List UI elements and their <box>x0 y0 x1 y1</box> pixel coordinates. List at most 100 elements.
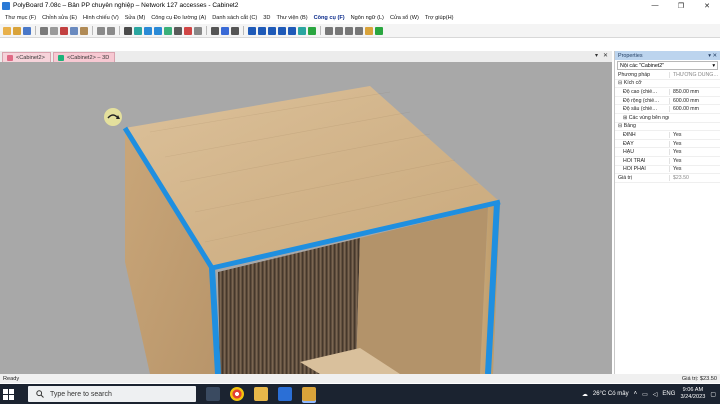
tab-cabinet2-3d[interactable]: <Cabinet2> – 3D <box>52 52 116 62</box>
close-button[interactable]: ✕ <box>694 0 720 11</box>
door-icon[interactable] <box>325 26 333 35</box>
minimize-button[interactable]: — <box>642 0 668 11</box>
grid-icon[interactable] <box>124 26 132 35</box>
new-file-icon[interactable] <box>3 26 11 35</box>
ruler-icon[interactable] <box>194 26 202 35</box>
main-toolbar <box>0 24 720 38</box>
property-row[interactable]: HẬU Yes <box>615 148 720 157</box>
copy-icon[interactable] <box>70 26 78 35</box>
property-row[interactable]: ĐÁY Yes <box>615 140 720 149</box>
cut-icon[interactable] <box>60 26 68 35</box>
menu-view[interactable]: Hình chiếu (V) <box>80 15 122 21</box>
property-row[interactable]: HỒI TRÁI Yes <box>615 157 720 166</box>
property-row[interactable]: ⊞ Các vùng bên ngoài <box>615 114 720 123</box>
menu-tools[interactable]: Công cụ (F) <box>311 15 348 21</box>
delete-icon[interactable] <box>184 26 192 35</box>
property-row[interactable]: HỒI PHẢI Yes <box>615 166 720 175</box>
tab-dropdown-icon[interactable]: ▾ <box>595 52 598 59</box>
chrome-icon[interactable] <box>230 387 244 401</box>
property-row[interactable]: ĐỈNH Yes <box>615 131 720 140</box>
menu-help[interactable]: Trợ giúp(H) <box>422 15 457 21</box>
menu-window[interactable]: Cửa sổ (W) <box>387 15 422 21</box>
camera-icon[interactable] <box>288 26 296 35</box>
clock[interactable]: 9:06 AM 3/24/2023 <box>680 387 705 401</box>
tray-chevron-icon[interactable]: ˄ <box>634 391 638 397</box>
property-value[interactable]: THƯỜNG DÙNG… <box>669 71 720 78</box>
open-folder-icon[interactable] <box>13 26 21 35</box>
print-icon[interactable] <box>40 26 48 35</box>
export-icon[interactable] <box>375 26 383 35</box>
menu-folder[interactable]: Thư mục (F) <box>2 15 39 21</box>
menu-modify[interactable]: Sửa (M) <box>122 15 149 21</box>
menu-measure-tools[interactable]: Công cụ Đo lường (A) <box>148 15 209 21</box>
volume-icon[interactable]: ◁ <box>653 391 658 398</box>
top-view-icon[interactable] <box>164 26 172 35</box>
cabinet-icon[interactable] <box>134 26 142 35</box>
explode-icon[interactable] <box>298 26 306 35</box>
task-view-icon[interactable] <box>206 387 220 401</box>
menu-library[interactable]: Thư viện (B) <box>273 15 310 21</box>
taskbar-search[interactable]: Type here to search <box>28 386 196 402</box>
menu-language[interactable]: Ngôn ngữ (L) <box>348 15 387 21</box>
object-selector[interactable]: Nội các "Cabinet2" ▾ <box>617 61 718 70</box>
status-text: Ready <box>3 375 20 382</box>
property-value[interactable]: 850.00 mm <box>669 88 720 95</box>
property-key: Độ rộng (chiề… <box>623 97 660 104</box>
shelf-icon[interactable] <box>345 26 353 35</box>
shade-icon[interactable] <box>248 26 256 35</box>
light-icon[interactable] <box>278 26 286 35</box>
rotate-icon[interactable] <box>221 26 229 35</box>
measure-icon[interactable] <box>231 26 239 35</box>
polyboard-taskbar-icon[interactable] <box>302 387 316 401</box>
property-row[interactable]: Độ cao (chiề… 850.00 mm <box>615 88 720 97</box>
notification-icon[interactable]: ▢ <box>710 391 716 398</box>
property-key: Phương pháp <box>618 71 650 78</box>
property-value[interactable]: 600.00 mm <box>669 97 720 104</box>
property-value[interactable]: Yes <box>669 157 720 164</box>
tab-close-icon[interactable]: ✕ <box>603 52 608 59</box>
property-value[interactable]: $23.50 <box>669 174 720 181</box>
store-icon[interactable] <box>278 387 292 401</box>
front-view-icon[interactable] <box>144 26 152 35</box>
property-row[interactable]: Phương pháp THƯỜNG DÙNG… <box>615 71 720 80</box>
language-indicator[interactable]: ENG <box>662 391 675 397</box>
menu-bar: Thư mục (F) Chỉnh sửa (E) Hình chiếu (V)… <box>0 12 720 23</box>
menu-3d[interactable]: 3D <box>260 15 273 21</box>
texture-icon[interactable] <box>268 26 276 35</box>
weather-text[interactable]: 26°C Có mây <box>593 391 629 397</box>
property-value[interactable]: 600.00 mm <box>669 106 720 113</box>
menu-cutting-list[interactable]: Danh sách cắt (C) <box>209 15 260 21</box>
property-row[interactable]: Độ sâu (chiề… 600.00 mm <box>615 105 720 114</box>
property-row[interactable]: Giá trị $23.50 <box>615 174 720 183</box>
side-view-icon[interactable] <box>154 26 162 35</box>
3d-viewport[interactable] <box>0 62 612 374</box>
property-row[interactable]: Độ rộng (chiề… 600.00 mm <box>615 97 720 106</box>
pen-icon[interactable] <box>211 26 219 35</box>
property-row[interactable]: ⊟ Kích cỡ <box>615 80 720 89</box>
redo-icon[interactable] <box>107 26 115 35</box>
hardware-icon[interactable] <box>355 26 363 35</box>
save-icon[interactable] <box>23 26 31 35</box>
preview-icon[interactable] <box>50 26 58 35</box>
paste-icon[interactable] <box>80 26 88 35</box>
rotate-cursor-icon <box>104 108 122 126</box>
panel-pin-close-icon[interactable]: ▾ ✕ <box>708 53 717 59</box>
render-icon[interactable] <box>308 26 316 35</box>
property-value[interactable]: Yes <box>669 140 720 147</box>
file-explorer-icon[interactable] <box>254 387 268 401</box>
menu-edit[interactable]: Chỉnh sửa (E) <box>39 15 80 21</box>
property-value[interactable]: Yes <box>669 149 720 156</box>
property-value[interactable]: Yes <box>669 131 720 138</box>
drawer-icon[interactable] <box>335 26 343 35</box>
undo-icon[interactable] <box>97 26 105 35</box>
start-button[interactable] <box>0 384 16 404</box>
wireframe-icon[interactable] <box>258 26 266 35</box>
report-icon[interactable] <box>365 26 373 35</box>
weather-icon[interactable]: ☁ <box>582 391 588 398</box>
property-value[interactable]: Yes <box>669 166 720 173</box>
property-row[interactable]: ⊟ Bảng <box>615 123 720 132</box>
maximize-button[interactable]: ❐ <box>668 0 694 11</box>
layout-icon[interactable] <box>174 26 182 35</box>
tab-cabinet2[interactable]: <Cabinet2> <box>2 52 51 62</box>
network-icon[interactable]: ▭ <box>642 391 648 398</box>
